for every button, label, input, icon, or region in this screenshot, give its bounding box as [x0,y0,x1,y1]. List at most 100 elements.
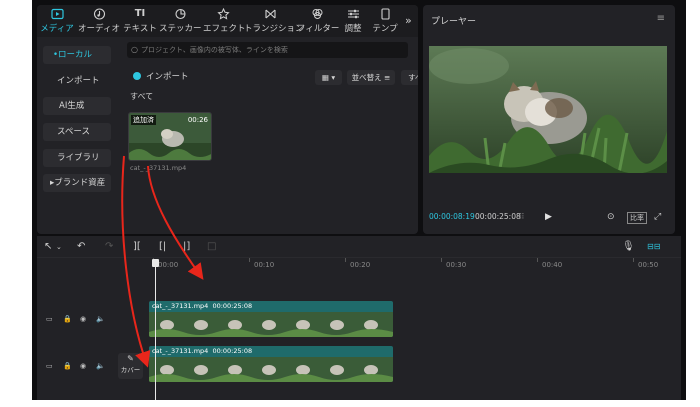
lock-icon[interactable]: 🔒 [63,315,72,323]
added-badge: 追加済 [131,115,156,125]
search-placeholder: プロジェクト、画像内の被写体、ラインを検索 [141,46,288,54]
sticker-icon [159,7,201,21]
audio-icon [77,7,121,21]
ruler-label-2: 00:20 [350,261,371,269]
track-header-1: ▭ 🔒 ◉ 🔈 [37,298,153,348]
tab-adjust[interactable]: 調整 [339,7,367,35]
speaker-icon[interactable]: 🔈 [96,362,105,370]
import-button[interactable]: インポート [133,70,189,82]
current-time: 00:00:08:19 [429,212,475,221]
tick [249,258,250,262]
tick [537,258,538,262]
split-icon[interactable]: ][ [133,241,141,253]
ruler-label-1: 00:10 [254,261,275,269]
more-tabs-icon[interactable]: » [405,14,412,27]
fullscreen-icon[interactable]: ⤢ [654,212,661,222]
media-panel: メディア オーディオ TI テキスト ステッカー エフェクト トランジション フ… [37,5,418,234]
sidebar-item-import[interactable]: インポート [43,72,111,90]
clip-filename: cat_-_37131.mp4 [152,347,209,355]
redo-icon[interactable]: ↷ [105,241,113,253]
timeline-toolbar: ↖ ⌄ ↶ ↷ ][ [| |] □ 🎙 ⊟⊟ [37,236,681,258]
media-icon [39,7,75,21]
tick [633,258,634,262]
player-title: プレーヤー [431,17,477,27]
template-icon [371,7,399,21]
chevron-down-icon[interactable]: ⌄ [56,241,62,253]
total-time: 00:00:25:08 [475,212,521,221]
speaker-icon[interactable]: 🔈 [96,315,105,323]
clip-filmstrip [149,312,393,337]
tick [345,258,346,262]
ruler-label-3: 00:30 [446,261,467,269]
grid-icon: ▦ [321,73,329,82]
filter-icon [297,7,337,21]
track-thumbnail-icon[interactable]: ▭ [46,315,53,323]
eye-icon[interactable]: ◉ [80,362,86,370]
transition-icon [244,7,296,21]
lock-icon[interactable]: 🔒 [63,362,72,370]
frame-grid-icon[interactable]: ⠿ [519,212,525,222]
timeline-panel: ↖ ⌄ ↶ ↷ ][ [| |] □ 🎙 ⊟⊟ 00:00 00:10 00:2… [37,236,681,400]
sidebar-item-ai[interactable]: AI生成 [43,97,111,115]
sidebar-item-brand-assets[interactable]: ▸ブランド資産 [43,174,111,192]
tab-bar: メディア オーディオ TI テキスト ステッカー エフェクト トランジション フ… [37,5,418,37]
track-thumbnail-icon[interactable]: ▭ [46,362,53,370]
cat-video-frame [429,46,667,173]
thumbnail-filename: cat_-_37131.mp4 [130,164,187,172]
playhead[interactable] [155,262,156,400]
sort-button[interactable]: 並べ替え ≡ [347,70,395,85]
timeline-ruler[interactable]: 00:00 00:10 00:20 00:30 00:40 00:50 [153,258,681,270]
delete-icon[interactable]: □ [207,241,216,253]
sidebar-item-library[interactable]: ライブラリ [43,149,111,167]
eye-icon[interactable]: ◉ [80,315,86,323]
ruler-label-4: 00:40 [542,261,563,269]
player-panel: プレーヤー ≡ 00:00:08:19 00:00:25:08 ⠿ ▶ ⊙ 比率… [423,5,675,234]
tab-effect[interactable]: エフェクト [203,7,246,35]
snapshot-icon[interactable]: ⊙ [607,212,615,222]
link-toggle-icon[interactable]: ⊟⊟ [647,241,660,253]
clip-duration: 00:00:25:08 [212,347,253,355]
tab-text[interactable]: TI テキスト [123,7,157,35]
sort-icon: ≡ [384,73,391,82]
trim-left-icon[interactable]: [| [159,241,166,253]
tick [441,258,442,262]
text-icon: TI [134,8,146,19]
tab-filter[interactable]: フィルター [297,7,339,35]
timeline-clip-1[interactable]: cat_-_37131.mp4 00:00:25:08 [149,301,393,337]
search-input[interactable]: ○ プロジェクト、画像内の被写体、ラインを検索 [127,42,408,58]
sidebar-item-local[interactable]: •ローカル [43,46,111,64]
trim-right-icon[interactable]: |] [183,241,190,253]
play-icon[interactable]: ▶ [545,212,552,222]
media-thumbnail[interactable]: 追加済 00:26 [128,112,212,161]
adjust-icon [339,7,367,21]
all-media-heading: すべて [130,92,154,101]
undo-icon[interactable]: ↶ [77,241,85,253]
tab-transition[interactable]: トランジション [244,7,304,35]
thumbnail-duration: 00:26 [187,116,208,124]
tab-audio[interactable]: オーディオ [77,7,121,35]
playhead-handle[interactable] [152,259,159,267]
clip-filmstrip [149,357,393,382]
video-preview [429,46,667,173]
ratio-button[interactable]: 比率 [627,212,647,224]
grid-view-button[interactable]: ▦ ▾ [315,70,342,85]
tab-template[interactable]: テンプ [371,7,399,35]
cover-button[interactable]: ✎ カバー [118,353,143,379]
sidebar-item-space[interactable]: スペース [43,123,111,141]
media-sidebar: •ローカル インポート AI生成 スペース ライブラリ ▸ブランド資産 [37,37,123,234]
menu-icon[interactable]: ≡ [657,13,665,24]
app-window: メディア オーディオ TI テキスト ステッカー エフェクト トランジション フ… [32,0,686,400]
filter-all-button[interactable]: すべて ▾ [401,70,418,85]
pencil-icon: ✎ [127,354,134,363]
microphone-icon[interactable]: 🎙 [622,241,635,253]
add-icon [133,72,141,80]
media-content: ○ プロジェクト、画像内の被写体、ラインを検索 インポート ▦ ▾ 並べ替え ≡… [123,37,418,234]
tab-media[interactable]: メディア [39,7,75,35]
clip-duration: 00:00:25:08 [212,302,253,310]
ruler-label-0: 00:00 [158,261,179,269]
tab-sticker[interactable]: ステッカー [159,7,202,35]
effect-icon [203,7,243,21]
timeline-clip-2[interactable]: cat_-_37131.mp4 00:00:25:08 [149,346,393,382]
select-cursor-icon[interactable]: ↖ [44,241,52,253]
ruler-label-5: 00:50 [638,261,659,269]
